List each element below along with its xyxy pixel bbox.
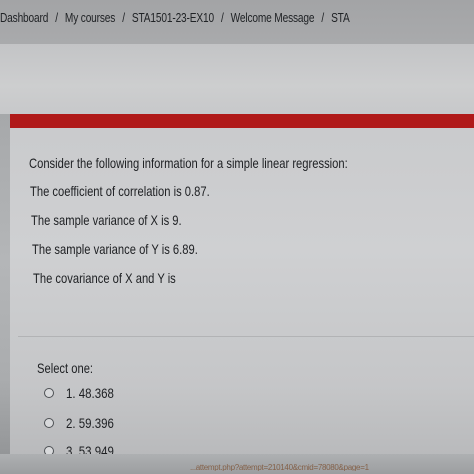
select-one-label: Select one:	[37, 360, 94, 376]
breadcrumb-separator: /	[122, 10, 125, 25]
breadcrumb-line: Dashboard / My courses / STA1501-23-EX10 / Wel…	[0, 10, 350, 25]
status-url-text: ...attempt.php?attempt=210140&cmid=78080…	[190, 463, 369, 471]
quiz-screen: Dashboard / My courses / STA1501-23-EX10 / Wel…	[0, 0, 474, 474]
breadcrumb-dashboard[interactable]: Dashboard	[0, 10, 48, 25]
question-variance-x-text: The sample variance of X is 9.	[31, 212, 182, 228]
question-correlation-text: The coefficient of correlation is 0.87.	[30, 183, 210, 199]
answer-option-1-label: 1. 48.368	[66, 385, 114, 401]
breadcrumb-course[interactable]: STA1501-23-EX10	[132, 10, 214, 25]
answer-option-1[interactable]: 1. 48.368	[44, 384, 124, 402]
radio-button-icon[interactable]	[44, 388, 54, 398]
question-intro-text: Consider the following information for a…	[29, 155, 348, 171]
breadcrumb-sta[interactable]: STA	[331, 10, 350, 25]
answer-option-2[interactable]: 2. 59.396	[44, 414, 124, 432]
breadcrumb-separator: /	[55, 10, 58, 25]
breadcrumb-separator: /	[220, 10, 224, 25]
question-card: Consider the following information for a…	[10, 114, 474, 459]
radio-button-icon[interactable]	[44, 418, 54, 428]
breadcrumb-separator: /	[321, 10, 325, 25]
question-variance-y-text: The sample variance of Y is 6.89.	[32, 241, 198, 257]
breadcrumb: Dashboard / My courses / STA1501-23-EX10 / Wel…	[0, 0, 474, 44]
question-covariance-text: The covariance of X and Y is	[33, 270, 176, 286]
header-band	[0, 44, 474, 114]
status-bar: ...attempt.php?attempt=210140&cmid=78080…	[0, 454, 474, 474]
breadcrumb-my-courses[interactable]: My courses	[65, 10, 115, 25]
answer-option-2-label: 2. 59.396	[66, 415, 114, 431]
question-card-accent-bar	[10, 114, 474, 128]
divider	[18, 336, 474, 337]
breadcrumb-welcome-message[interactable]: Welcome Message	[231, 10, 315, 25]
